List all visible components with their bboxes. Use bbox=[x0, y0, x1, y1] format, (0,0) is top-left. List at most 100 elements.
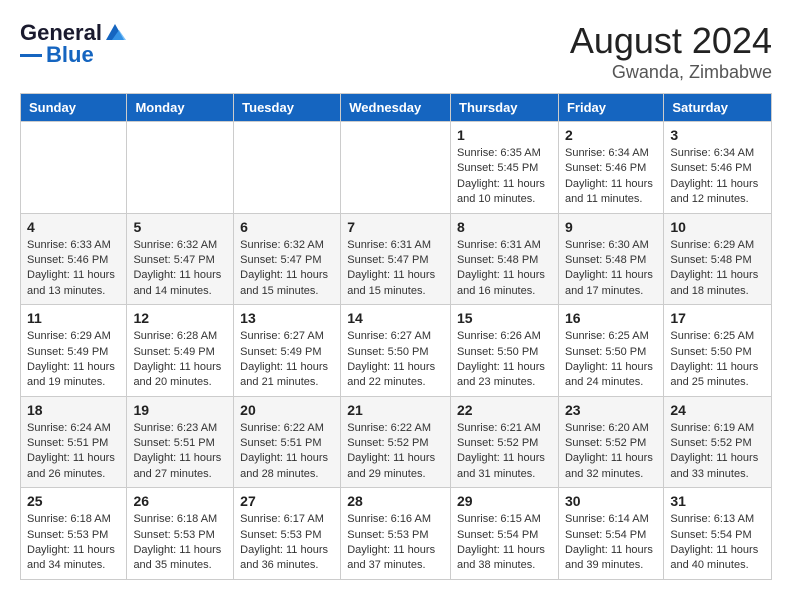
sunset-info: Sunset: 5:54 PM bbox=[457, 528, 552, 543]
sunset-info: Sunset: 5:52 PM bbox=[565, 436, 657, 451]
sunset-info: Sunset: 5:45 PM bbox=[457, 161, 552, 176]
calendar-day-header: Sunday bbox=[21, 94, 127, 122]
daylight-hours-cont: and 27 minutes. bbox=[133, 467, 227, 482]
calendar-header-row: SundayMondayTuesdayWednesdayThursdayFrid… bbox=[21, 94, 772, 122]
day-number: 16 bbox=[565, 310, 657, 326]
day-number: 27 bbox=[240, 493, 334, 509]
daylight-hours-cont: and 39 minutes. bbox=[565, 558, 657, 573]
sunrise-info: Sunrise: 6:22 AM bbox=[240, 421, 334, 436]
daylight-hours-cont: and 18 minutes. bbox=[670, 284, 765, 299]
day-number: 1 bbox=[457, 127, 552, 143]
sunrise-info: Sunrise: 6:26 AM bbox=[457, 329, 552, 344]
day-number: 10 bbox=[670, 219, 765, 235]
daylight-hours: Daylight: 11 hours bbox=[133, 451, 227, 466]
sunrise-info: Sunrise: 6:30 AM bbox=[565, 238, 657, 253]
sunset-info: Sunset: 5:52 PM bbox=[457, 436, 552, 451]
sunrise-info: Sunrise: 6:27 AM bbox=[347, 329, 444, 344]
daylight-hours-cont: and 16 minutes. bbox=[457, 284, 552, 299]
sunrise-info: Sunrise: 6:32 AM bbox=[133, 238, 227, 253]
daylight-hours-cont: and 14 minutes. bbox=[133, 284, 227, 299]
sunrise-info: Sunrise: 6:29 AM bbox=[670, 238, 765, 253]
daylight-hours-cont: and 21 minutes. bbox=[240, 375, 334, 390]
calendar-cell: 17Sunrise: 6:25 AMSunset: 5:50 PMDayligh… bbox=[664, 305, 772, 397]
sunset-info: Sunset: 5:48 PM bbox=[457, 253, 552, 268]
daylight-hours: Daylight: 11 hours bbox=[347, 268, 444, 283]
day-number: 31 bbox=[670, 493, 765, 509]
calendar-cell: 2Sunrise: 6:34 AMSunset: 5:46 PMDaylight… bbox=[558, 122, 663, 214]
day-number: 23 bbox=[565, 402, 657, 418]
calendar-day-header: Friday bbox=[558, 94, 663, 122]
day-number: 3 bbox=[670, 127, 765, 143]
day-number: 18 bbox=[27, 402, 120, 418]
sunset-info: Sunset: 5:50 PM bbox=[347, 345, 444, 360]
daylight-hours-cont: and 17 minutes. bbox=[565, 284, 657, 299]
calendar-cell: 13Sunrise: 6:27 AMSunset: 5:49 PMDayligh… bbox=[234, 305, 341, 397]
daylight-hours-cont: and 22 minutes. bbox=[347, 375, 444, 390]
sunset-info: Sunset: 5:53 PM bbox=[133, 528, 227, 543]
calendar-cell: 27Sunrise: 6:17 AMSunset: 5:53 PMDayligh… bbox=[234, 488, 341, 580]
daylight-hours-cont: and 20 minutes. bbox=[133, 375, 227, 390]
sunset-info: Sunset: 5:54 PM bbox=[565, 528, 657, 543]
daylight-hours: Daylight: 11 hours bbox=[133, 268, 227, 283]
sunrise-info: Sunrise: 6:18 AM bbox=[133, 512, 227, 527]
calendar-cell: 1Sunrise: 6:35 AMSunset: 5:45 PMDaylight… bbox=[451, 122, 559, 214]
sunrise-info: Sunrise: 6:32 AM bbox=[240, 238, 334, 253]
sunset-info: Sunset: 5:51 PM bbox=[133, 436, 227, 451]
daylight-hours: Daylight: 11 hours bbox=[27, 360, 120, 375]
daylight-hours: Daylight: 11 hours bbox=[133, 543, 227, 558]
sunrise-info: Sunrise: 6:34 AM bbox=[565, 146, 657, 161]
calendar-day-header: Thursday bbox=[451, 94, 559, 122]
day-number: 8 bbox=[457, 219, 552, 235]
day-number: 25 bbox=[27, 493, 120, 509]
calendar-week-row: 18Sunrise: 6:24 AMSunset: 5:51 PMDayligh… bbox=[21, 396, 772, 488]
sunrise-info: Sunrise: 6:31 AM bbox=[457, 238, 552, 253]
sunrise-info: Sunrise: 6:35 AM bbox=[457, 146, 552, 161]
calendar-table: SundayMondayTuesdayWednesdayThursdayFrid… bbox=[20, 93, 772, 580]
calendar-cell: 14Sunrise: 6:27 AMSunset: 5:50 PMDayligh… bbox=[341, 305, 451, 397]
calendar-day-header: Saturday bbox=[664, 94, 772, 122]
daylight-hours: Daylight: 11 hours bbox=[670, 177, 765, 192]
day-number: 24 bbox=[670, 402, 765, 418]
calendar-cell: 9Sunrise: 6:30 AMSunset: 5:48 PMDaylight… bbox=[558, 213, 663, 305]
daylight-hours: Daylight: 11 hours bbox=[457, 543, 552, 558]
sunset-info: Sunset: 5:50 PM bbox=[670, 345, 765, 360]
daylight-hours-cont: and 15 minutes. bbox=[240, 284, 334, 299]
calendar-cell: 30Sunrise: 6:14 AMSunset: 5:54 PMDayligh… bbox=[558, 488, 663, 580]
calendar-cell: 11Sunrise: 6:29 AMSunset: 5:49 PMDayligh… bbox=[21, 305, 127, 397]
daylight-hours-cont: and 12 minutes. bbox=[670, 192, 765, 207]
calendar-cell bbox=[234, 122, 341, 214]
sunrise-info: Sunrise: 6:13 AM bbox=[670, 512, 765, 527]
daylight-hours-cont: and 28 minutes. bbox=[240, 467, 334, 482]
daylight-hours-cont: and 19 minutes. bbox=[27, 375, 120, 390]
calendar-cell: 4Sunrise: 6:33 AMSunset: 5:46 PMDaylight… bbox=[21, 213, 127, 305]
calendar-week-row: 25Sunrise: 6:18 AMSunset: 5:53 PMDayligh… bbox=[21, 488, 772, 580]
sunset-info: Sunset: 5:49 PM bbox=[240, 345, 334, 360]
daylight-hours: Daylight: 11 hours bbox=[457, 360, 552, 375]
sunset-info: Sunset: 5:46 PM bbox=[670, 161, 765, 176]
daylight-hours-cont: and 26 minutes. bbox=[27, 467, 120, 482]
sunrise-info: Sunrise: 6:19 AM bbox=[670, 421, 765, 436]
calendar-cell: 22Sunrise: 6:21 AMSunset: 5:52 PMDayligh… bbox=[451, 396, 559, 488]
sunrise-info: Sunrise: 6:18 AM bbox=[27, 512, 120, 527]
calendar-cell: 3Sunrise: 6:34 AMSunset: 5:46 PMDaylight… bbox=[664, 122, 772, 214]
daylight-hours-cont: and 37 minutes. bbox=[347, 558, 444, 573]
logo: General Blue bbox=[20, 20, 128, 68]
daylight-hours-cont: and 29 minutes. bbox=[347, 467, 444, 482]
sunrise-info: Sunrise: 6:27 AM bbox=[240, 329, 334, 344]
daylight-hours: Daylight: 11 hours bbox=[565, 543, 657, 558]
calendar-cell: 19Sunrise: 6:23 AMSunset: 5:51 PMDayligh… bbox=[127, 396, 234, 488]
daylight-hours-cont: and 13 minutes. bbox=[27, 284, 120, 299]
sunset-info: Sunset: 5:49 PM bbox=[27, 345, 120, 360]
daylight-hours-cont: and 32 minutes. bbox=[565, 467, 657, 482]
sunrise-info: Sunrise: 6:24 AM bbox=[27, 421, 120, 436]
sunset-info: Sunset: 5:47 PM bbox=[133, 253, 227, 268]
sunset-info: Sunset: 5:46 PM bbox=[27, 253, 120, 268]
daylight-hours: Daylight: 11 hours bbox=[565, 177, 657, 192]
daylight-hours-cont: and 36 minutes. bbox=[240, 558, 334, 573]
calendar-cell: 5Sunrise: 6:32 AMSunset: 5:47 PMDaylight… bbox=[127, 213, 234, 305]
calendar-cell: 16Sunrise: 6:25 AMSunset: 5:50 PMDayligh… bbox=[558, 305, 663, 397]
sunrise-info: Sunrise: 6:20 AM bbox=[565, 421, 657, 436]
daylight-hours: Daylight: 11 hours bbox=[670, 543, 765, 558]
daylight-hours: Daylight: 11 hours bbox=[240, 451, 334, 466]
calendar-cell: 21Sunrise: 6:22 AMSunset: 5:52 PMDayligh… bbox=[341, 396, 451, 488]
